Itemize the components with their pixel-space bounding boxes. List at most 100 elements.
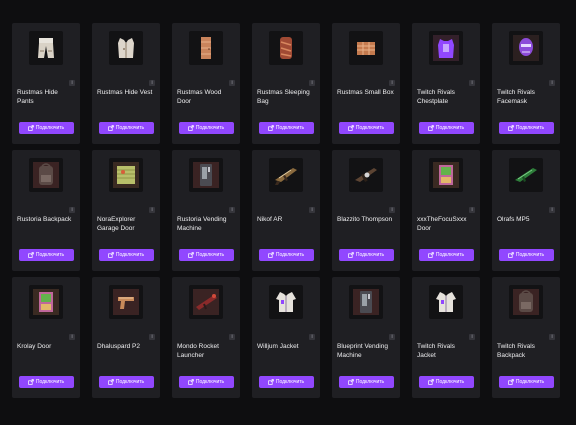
drop-name: Nikof AR (257, 216, 283, 223)
drop-card: i Rustoria Backpack Подключить (12, 150, 80, 271)
info-icon[interactable]: i (229, 334, 235, 340)
assault-rifle-icon (269, 158, 303, 192)
connect-button[interactable]: Подключить (258, 249, 314, 261)
drop-name: Rustmas Hide Vest (97, 89, 153, 96)
external-link-icon (428, 125, 434, 131)
drop-card: i Blueprint Vending Machine Подключить (332, 277, 400, 398)
vending-machine-icon (189, 158, 223, 192)
external-link-icon (428, 379, 434, 385)
info-icon[interactable]: i (469, 207, 475, 213)
drop-card: i Twitch Rivals Backpack Подключить (492, 277, 560, 398)
connect-button-label: Подключить (195, 125, 225, 131)
info-icon[interactable]: i (549, 334, 555, 340)
connect-button-label: Подключить (515, 379, 545, 385)
connect-button[interactable]: Подключить (178, 249, 234, 261)
connect-button[interactable]: Подключить (258, 376, 314, 388)
drop-card: i Rustmas Small Box Подключить (332, 23, 400, 144)
external-link-icon (268, 379, 274, 385)
external-link-icon (428, 252, 434, 258)
info-icon[interactable]: i (389, 80, 395, 86)
info-icon[interactable]: i (229, 80, 235, 86)
drop-card: i Nikof AR Подключить (252, 150, 320, 271)
connect-button-label: Подключить (515, 125, 545, 131)
connect-button[interactable]: Подключить (498, 122, 554, 134)
mp5-icon (509, 158, 543, 192)
drop-name: Dhaluspard P2 (97, 343, 140, 350)
drop-card: i Twitch Rivals Jacket Подключить (412, 277, 480, 398)
connect-button-label: Подключить (275, 379, 305, 385)
connect-button[interactable]: Подключить (98, 376, 154, 388)
connect-button[interactable]: Подключить (18, 122, 74, 134)
drop-name: Mondo Rocket Launcher (177, 343, 219, 359)
info-icon[interactable]: i (389, 334, 395, 340)
drop-name: Rustoria Vending Machine (177, 216, 227, 232)
connect-button[interactable]: Подключить (418, 122, 474, 134)
info-icon[interactable]: i (469, 334, 475, 340)
info-icon[interactable]: i (69, 207, 75, 213)
drop-card: i NoraExplorer Garage Door Подключить (92, 150, 160, 271)
connect-button-label: Подключить (275, 252, 305, 258)
info-icon[interactable]: i (149, 207, 155, 213)
rocket-launcher-icon (189, 285, 223, 319)
connect-button[interactable]: Подключить (498, 376, 554, 388)
info-icon[interactable]: i (549, 207, 555, 213)
info-icon[interactable]: i (149, 334, 155, 340)
pistol-icon (109, 285, 143, 319)
external-link-icon (108, 379, 114, 385)
drop-card: i Willjum Jacket Подключить (252, 277, 320, 398)
connect-button[interactable]: Подключить (498, 249, 554, 261)
info-icon[interactable]: i (69, 334, 75, 340)
info-icon[interactable]: i (389, 207, 395, 213)
door-icon (29, 285, 63, 319)
vending-machine-icon (349, 285, 383, 319)
connect-button[interactable]: Подключить (178, 122, 234, 134)
drop-card: i Rustoria Vending Machine Подключить (172, 150, 240, 271)
external-link-icon (348, 125, 354, 131)
info-icon[interactable]: i (69, 80, 75, 86)
external-link-icon (508, 379, 514, 385)
drop-name: Twitch Rivals Chestplate (417, 89, 455, 105)
connect-button[interactable]: Подключить (338, 249, 394, 261)
drop-name: Blueprint Vending Machine (337, 343, 388, 359)
drop-card: i Twitch Rivals Chestplate Подключить (412, 23, 480, 144)
hide-pants-icon (29, 31, 63, 65)
connect-button-label: Подключить (275, 125, 305, 131)
drops-grid: i Rustmas Hide Pants Подключить i Rustmas Hi… (12, 23, 560, 398)
drop-card: i Olrafs MP5 Подключить (492, 150, 560, 271)
connect-button[interactable]: Подключить (18, 376, 74, 388)
info-icon[interactable]: i (309, 80, 315, 86)
connect-button-label: Подключить (435, 125, 465, 131)
info-icon[interactable]: i (549, 80, 555, 86)
connect-button[interactable]: Подключить (418, 376, 474, 388)
connect-button-label: Подключить (115, 379, 145, 385)
connect-button-label: Подключить (35, 125, 65, 131)
connect-button[interactable]: Подключить (178, 376, 234, 388)
drop-card: i Rustmas Hide Vest Подключить (92, 23, 160, 144)
drop-card: i Rustmas Hide Pants Подключить (12, 23, 80, 144)
drop-card: i Twitch Rivals Facemask Подключить (492, 23, 560, 144)
drop-name: Blazzito Thompson (337, 216, 393, 223)
connect-button[interactable]: Подключить (338, 376, 394, 388)
info-icon[interactable]: i (149, 80, 155, 86)
door-icon (429, 158, 463, 192)
drop-card: i Krolay Door Подключить (12, 277, 80, 398)
connect-button[interactable]: Подключить (18, 249, 74, 261)
info-icon[interactable]: i (309, 207, 315, 213)
external-link-icon (348, 252, 354, 258)
drop-name: Krolay Door (17, 343, 52, 350)
connect-button[interactable]: Подключить (418, 249, 474, 261)
garage-door-icon (109, 158, 143, 192)
connect-button[interactable]: Подключить (98, 249, 154, 261)
connect-button[interactable]: Подключить (98, 122, 154, 134)
info-icon[interactable]: i (229, 207, 235, 213)
connect-button-label: Подключить (195, 252, 225, 258)
drop-card: i Rustmas Sleeping Bag Подключить (252, 23, 320, 144)
connect-button-label: Подключить (435, 252, 465, 258)
connect-button[interactable]: Подключить (338, 122, 394, 134)
info-icon[interactable]: i (469, 80, 475, 86)
connect-button-label: Подключить (115, 252, 145, 258)
info-icon[interactable]: i (309, 334, 315, 340)
connect-button-label: Подключить (35, 252, 65, 258)
external-link-icon (28, 125, 34, 131)
connect-button[interactable]: Подключить (258, 122, 314, 134)
